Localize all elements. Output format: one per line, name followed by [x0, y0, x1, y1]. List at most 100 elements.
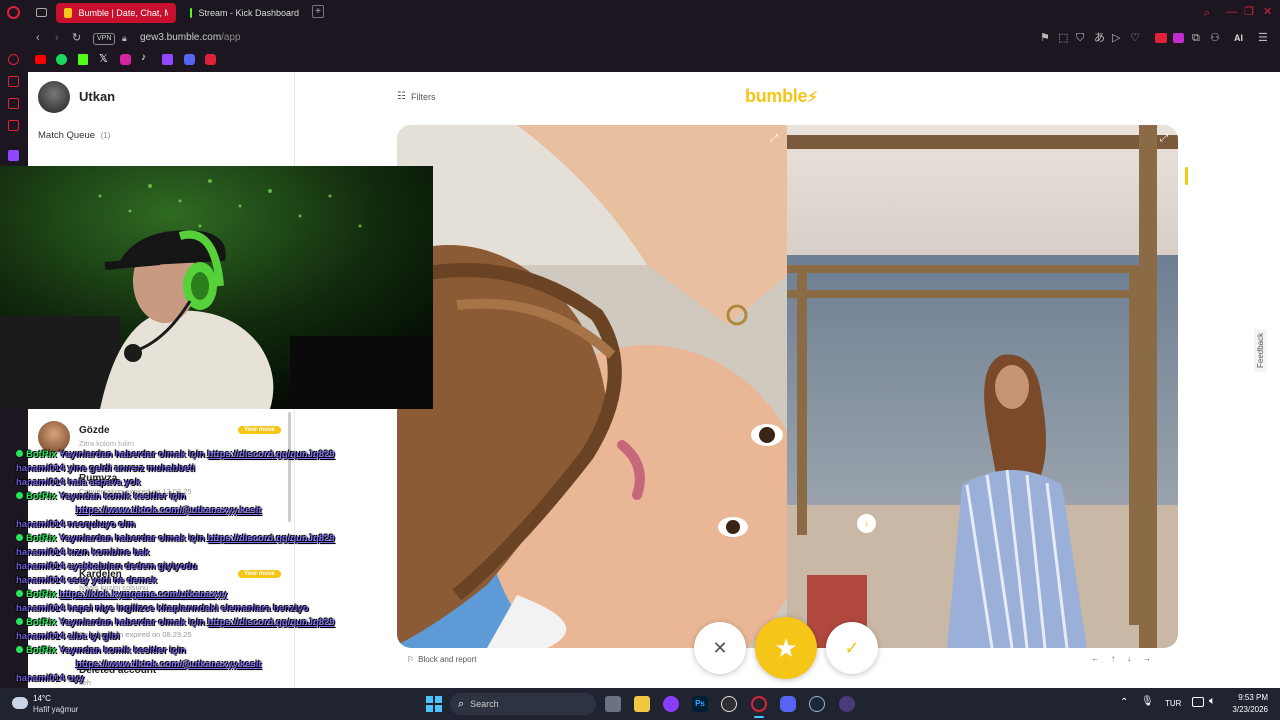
chat-message: BotRix https://kick.kymgame.com/utkanaxy…	[16, 588, 376, 602]
scroll-down-icon[interactable]: ↓	[857, 514, 876, 533]
selfie-photo	[397, 125, 788, 648]
weather-desc[interactable]: Hafif yağmur	[33, 705, 78, 714]
logo-text: bumble	[745, 86, 808, 106]
chat-link[interactable]: https://discord.gg/qunJq829	[207, 617, 334, 628]
youtube-icon[interactable]	[35, 55, 46, 64]
superswipe-button[interactable]: ★	[755, 617, 817, 679]
chat-link[interactable]: https://discord.gg/qunJq829	[207, 449, 334, 460]
file-explorer-icon[interactable]	[634, 696, 650, 712]
reload-icon[interactable]: ↻	[72, 32, 81, 44]
weather-temp[interactable]: 14°C	[33, 694, 51, 703]
kick-icon[interactable]	[78, 54, 88, 65]
pass-button[interactable]: ✕	[694, 622, 746, 674]
snapshot-icon[interactable]: ⬚	[1058, 32, 1068, 44]
tiktok-icon[interactable]: ♪	[141, 52, 146, 63]
back-icon[interactable]: ‹	[36, 32, 40, 44]
tray-overflow-icon[interactable]: ⌃	[1120, 697, 1128, 708]
app-purple-icon[interactable]	[663, 696, 679, 712]
minimize-icon[interactable]: —	[1226, 6, 1237, 18]
translate-icon[interactable]: あ	[1094, 32, 1105, 44]
vpn-badge[interactable]: VPN	[93, 33, 116, 45]
bot-badge-icon	[16, 618, 23, 625]
block-report-link[interactable]: ⚐ Block and report	[407, 655, 476, 664]
chat-username: hanami014	[16, 561, 66, 572]
task-view-icon[interactable]	[605, 696, 621, 712]
right-arrow-icon: →	[1143, 654, 1151, 663]
flag-icon: ⚐	[407, 655, 415, 664]
instagram-icon[interactable]	[120, 54, 131, 65]
user-avatar[interactable]	[38, 81, 70, 113]
clock-time[interactable]: 9:53 PM	[1238, 693, 1268, 702]
shield-icon[interactable]: ⛉	[1076, 32, 1084, 44]
chat-message: hanami014 esey yani ne demek	[16, 574, 376, 588]
tab-label: Bumble | Date, Chat, Meet	[78, 8, 168, 18]
opera-icon[interactable]	[751, 696, 767, 712]
rail-twitch-icon[interactable]	[8, 150, 19, 161]
bumble-favicon-icon	[64, 8, 73, 18]
puzzle-icon[interactable]: ⧉	[1192, 32, 1200, 44]
clock-date[interactable]: 3/23/2026	[1226, 705, 1268, 714]
volume-icon[interactable]: 🔈︎	[1209, 695, 1216, 708]
tab-kick-dashboard[interactable]: Stream - Kick Dashboard	[182, 3, 307, 23]
tab-workspace-icon[interactable]	[36, 8, 47, 17]
opera-logo-icon[interactable]	[7, 6, 20, 19]
adblock-icon[interactable]	[1155, 33, 1167, 43]
language-indicator[interactable]: TUR	[1165, 699, 1181, 708]
profile-photo-right[interactable]: ⤢ ↓	[787, 125, 1178, 648]
heart-icon[interactable]: ♡	[1130, 32, 1140, 44]
menu-icon[interactable]: ☰	[1258, 32, 1268, 44]
extension-icon[interactable]	[1173, 33, 1184, 43]
expand-photo-icon[interactable]: ⤢	[1160, 133, 1168, 144]
new-tab-button[interactable]: +	[312, 5, 324, 18]
start-button[interactable]	[426, 696, 442, 712]
app-misc-icon[interactable]	[839, 696, 855, 712]
lock-icon[interactable]: 🔒︎	[122, 32, 127, 44]
photoshop-icon[interactable]: Ps	[692, 696, 708, 712]
chat-link[interactable]: https://kick.kymgame.com/utkanaxyy	[59, 589, 227, 600]
expand-photo-icon[interactable]: ⤢	[770, 133, 778, 144]
bookmark-icon[interactable]: ⚑	[1040, 32, 1050, 44]
chat-link[interactable]: https://www.tiktok.com/@utkanaxyy.kesit	[76, 505, 262, 516]
taskbar-search[interactable]: ⌕ Search	[450, 693, 596, 715]
rail-messenger-icon[interactable]	[8, 54, 19, 65]
chat-message: hanami014 hepsi niye ingilizce kitapları…	[16, 602, 376, 616]
app-icon[interactable]	[205, 54, 216, 65]
discord-icon[interactable]	[184, 54, 195, 65]
play-icon[interactable]: ▷	[1112, 32, 1120, 44]
feedback-tab[interactable]: Feedback	[1254, 328, 1267, 372]
bookmarks-bar: 𝕏 ♪	[0, 50, 1280, 72]
url-field[interactable]: gew3.bumble.com/app	[140, 32, 241, 43]
user-name[interactable]: Utkan	[79, 89, 115, 104]
microphone-icon[interactable]: 🎙︎	[1141, 696, 1154, 707]
chat-text: ayakkabıları dedem giyiyodu	[67, 561, 198, 572]
windows-logo-icon	[426, 705, 433, 712]
x-icon[interactable]: 𝕏	[99, 52, 108, 65]
rail-chat-icon[interactable]	[8, 98, 19, 109]
like-button[interactable]: ✓	[826, 622, 878, 674]
chat-text: Yayından komik kesitler için	[59, 645, 186, 656]
rail-notes-icon[interactable]	[8, 120, 19, 131]
display-icon[interactable]	[1192, 697, 1204, 707]
tab-bumble[interactable]: Bumble | Date, Chat, Meet	[56, 3, 176, 23]
search-tabs-icon[interactable]: ⌕	[1204, 7, 1210, 19]
spotify-icon[interactable]	[56, 54, 67, 65]
chat-link[interactable]: https://discord.gg/qunJq829	[207, 533, 334, 544]
twitch-icon[interactable]	[162, 54, 173, 65]
profile-photo-left[interactable]: ⤢	[397, 125, 788, 648]
obs-icon[interactable]	[721, 696, 737, 712]
windows-taskbar: 14°C Hafif yağmur ⌕ Search Ps ⌃ 🎙︎ TUR 🔈…	[0, 688, 1280, 720]
forward-icon[interactable]: ›	[55, 32, 59, 44]
weather-icon[interactable]	[12, 697, 28, 709]
rail-mail-icon[interactable]	[8, 76, 19, 87]
close-window-icon[interactable]: ✕	[1263, 6, 1272, 18]
chat-link[interactable]: https://www.tiktok.com/@utkanaxyy.kesit	[76, 659, 262, 670]
maximize-icon[interactable]: ❐	[1244, 6, 1254, 18]
bolt-icon: ⚡︎	[807, 89, 818, 106]
steam-icon[interactable]	[809, 696, 825, 712]
stream-chat-overlay: BotRix Yayınlardan haberdar olmak için h…	[16, 448, 376, 688]
beach-photo	[787, 125, 1178, 648]
ai-button[interactable]: AI	[1234, 33, 1243, 43]
filters-button[interactable]: ☷ Filters	[397, 91, 435, 102]
discord-taskbar-icon[interactable]	[780, 696, 796, 712]
profile-icon[interactable]: ⚇	[1210, 32, 1220, 44]
